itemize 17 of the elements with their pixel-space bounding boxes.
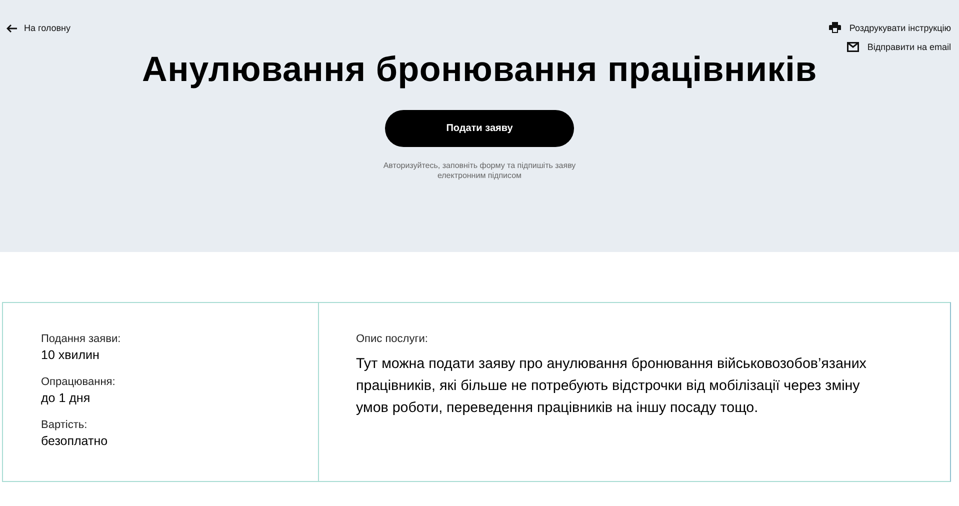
- print-link[interactable]: Роздрукувати інструкцію: [829, 20, 951, 35]
- description-text: Тут можна подати заяву про анулювання бронювання військовозобов’язаних працівників, які більше не потребують відстрочки від мобілізації через зміну умов роботи, переведення працівників на іншу посаду тощо.: [356, 355, 868, 418]
- fact-label: Подання заяви:: [41, 332, 122, 347]
- hint-text: Авторизуйтесь, заповніть форму та підпишіть заяву електронним підписом: [382, 161, 577, 181]
- fact-value: до 1 дня: [41, 390, 92, 406]
- submit-button[interactable]: Подати заяву: [385, 110, 574, 147]
- fact-value: 10 хвилин: [41, 347, 100, 363]
- envelope-icon: [847, 42, 860, 52]
- fact-value: безоплатно: [41, 433, 109, 449]
- back-link[interactable]: На головну: [6, 20, 71, 36]
- email-link[interactable]: Відправити на email: [847, 39, 951, 54]
- printer-icon: [829, 22, 842, 33]
- fact-label: Вартість:: [41, 418, 88, 433]
- page-title: Анулювання бронювання працівників: [141, 50, 818, 90]
- fact-label: Опрацювання:: [41, 375, 116, 390]
- back-arrow-icon: [6, 24, 17, 32]
- description-label: Опис послуги:: [356, 332, 429, 347]
